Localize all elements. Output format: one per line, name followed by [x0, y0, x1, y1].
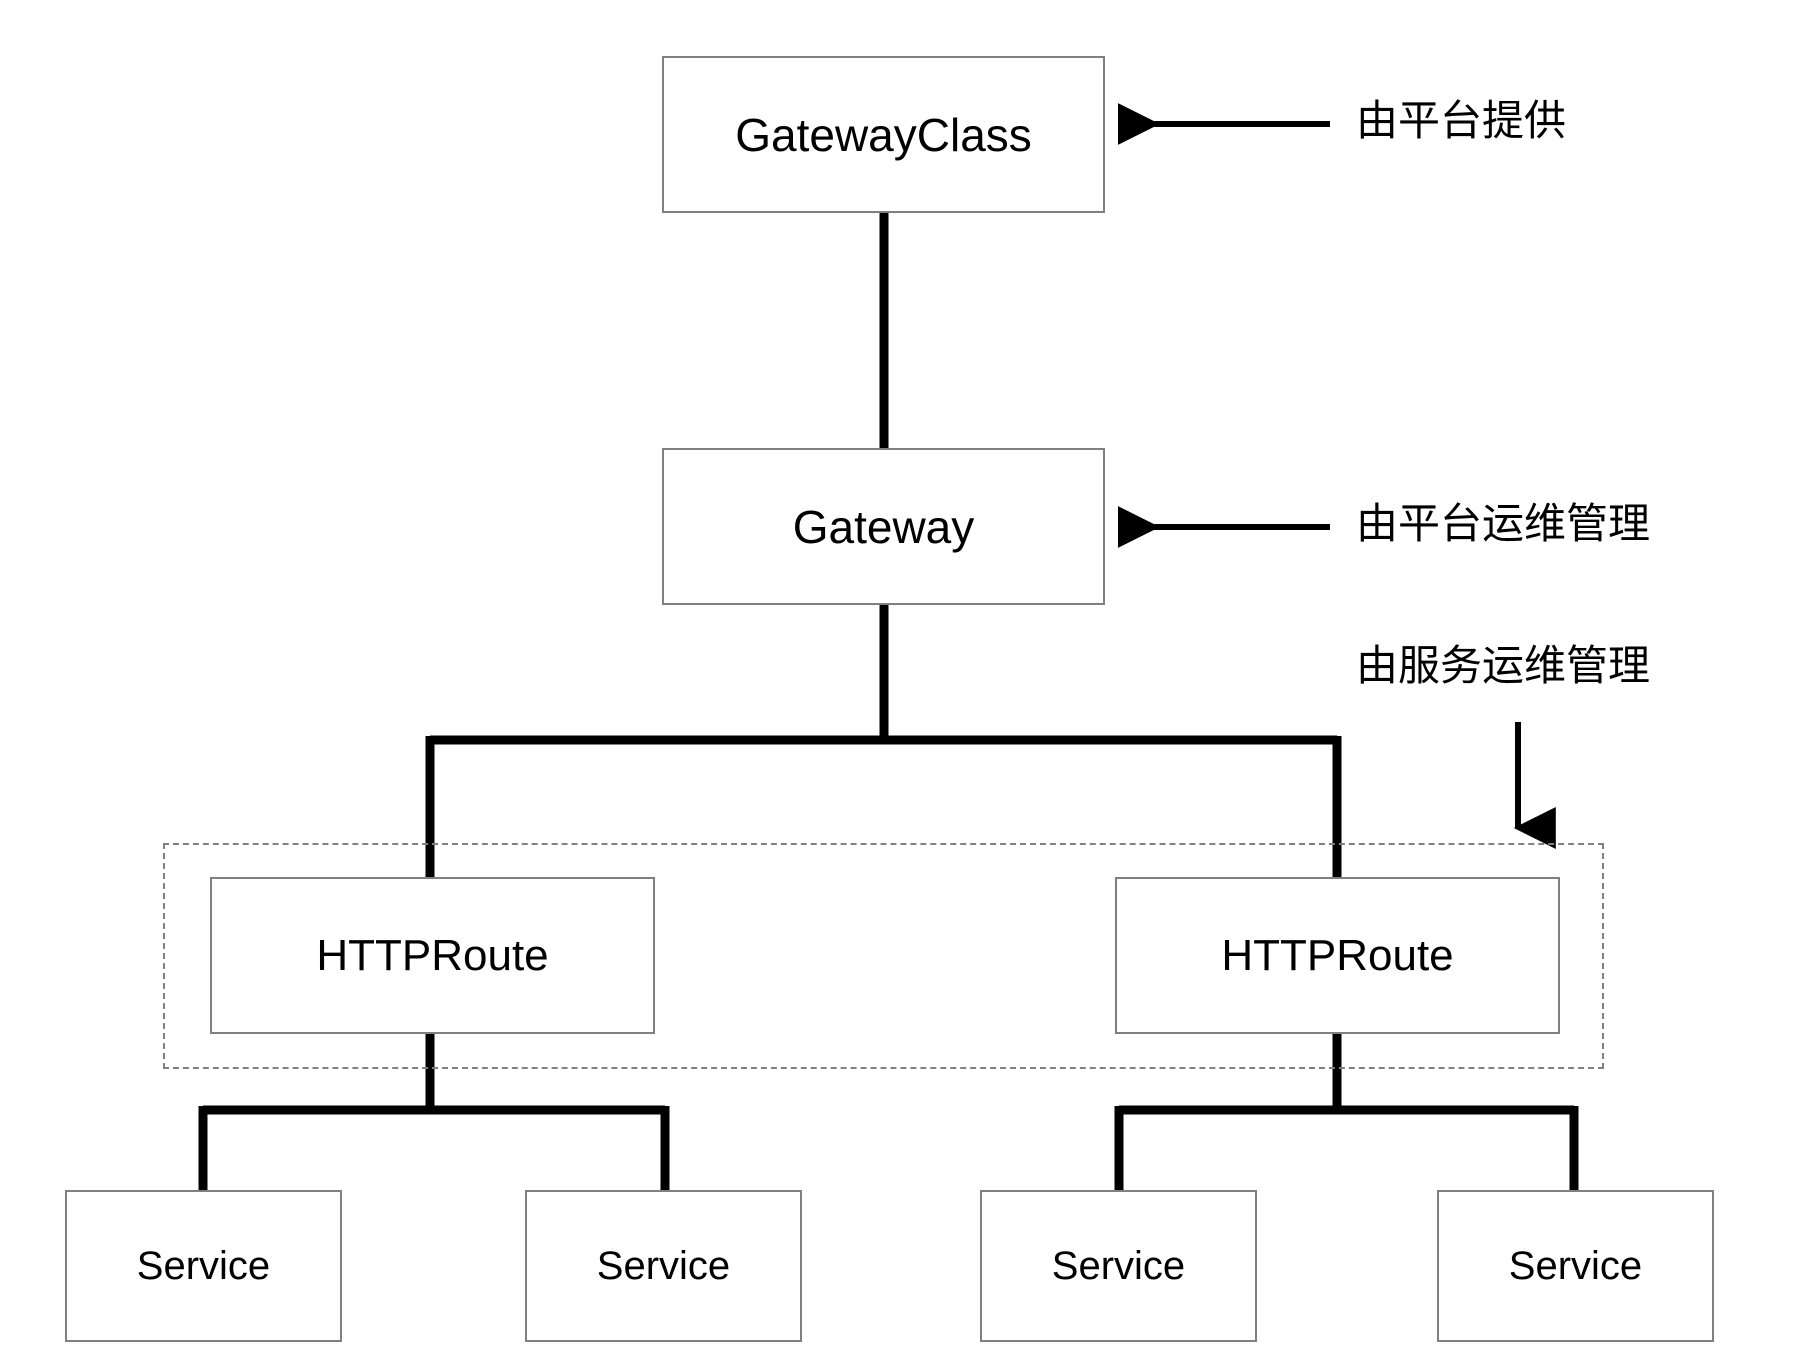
gateway-api-diagram: GatewayClass Gateway HTTPRoute HTTPRoute…	[0, 0, 1794, 1364]
node-httproute-right-label: HTTPRoute	[1221, 930, 1454, 980]
node-gateway[interactable]: Gateway	[662, 448, 1105, 605]
node-service-1-label: Service	[136, 1244, 271, 1288]
annotation-service-ops: 由服务运维管理	[1356, 642, 1651, 689]
node-service-3-label: Service	[1051, 1244, 1186, 1288]
node-service-2-label: Service	[596, 1244, 731, 1288]
node-service-1[interactable]: Service	[65, 1190, 342, 1342]
node-httproute-right[interactable]: HTTPRoute	[1115, 877, 1560, 1034]
annotation-platform-ops: 由平台运维管理	[1356, 500, 1651, 547]
node-httproute-left-label: HTTPRoute	[316, 930, 549, 980]
node-gatewayclass[interactable]: GatewayClass	[662, 56, 1105, 213]
node-httproute-left[interactable]: HTTPRoute	[210, 877, 655, 1034]
node-gateway-label: Gateway	[792, 500, 975, 553]
node-service-4[interactable]: Service	[1437, 1190, 1714, 1342]
node-service-4-label: Service	[1508, 1244, 1643, 1288]
annotation-platform-provided: 由平台提供	[1356, 97, 1567, 144]
node-service-2[interactable]: Service	[525, 1190, 802, 1342]
node-service-3[interactable]: Service	[980, 1190, 1257, 1342]
node-gatewayclass-label: GatewayClass	[735, 108, 1032, 161]
